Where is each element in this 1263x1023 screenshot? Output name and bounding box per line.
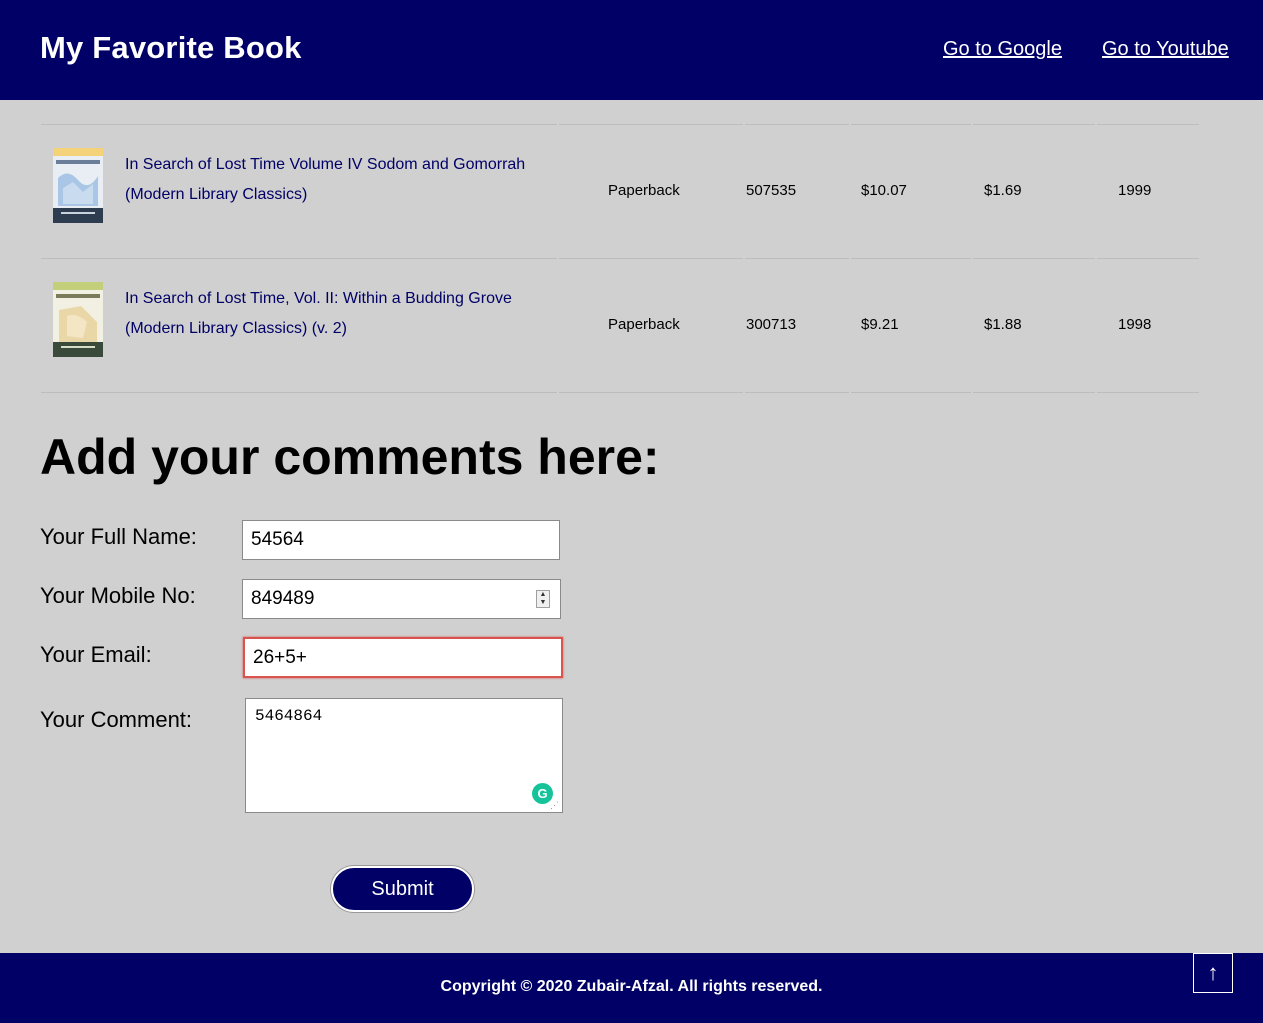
book-title-line[interactable]: (Modern Library Classics) (v. 2) [125, 314, 545, 344]
site-header: My Favorite Book Go to Google Go to Yout… [0, 0, 1263, 100]
book-title-link[interactable]: In Search of Lost Time Volume IV Sodom a… [125, 150, 545, 210]
book-cover-image[interactable] [53, 148, 103, 223]
book-title-line[interactable]: In Search of Lost Time, Vol. II: Within … [125, 284, 545, 314]
book-year: 1998 [1118, 316, 1152, 333]
mobile-input[interactable] [242, 579, 561, 619]
book-title-line[interactable]: In Search of Lost Time Volume IV Sodom a… [125, 150, 545, 180]
book-title-link[interactable]: In Search of Lost Time, Vol. II: Within … [125, 284, 545, 344]
back-to-top-icon[interactable]: ↑ [1193, 953, 1233, 993]
comments-heading: Add your comments here: [40, 429, 660, 485]
nav-link-youtube[interactable]: Go to Youtube [1102, 38, 1229, 61]
table-row: In Search of Lost Time Volume IV Sodom a… [41, 124, 1199, 258]
full-name-label: Your Full Name: [40, 524, 197, 549]
book-rank: 300713 [746, 316, 797, 333]
book-year: 1999 [1118, 182, 1152, 199]
book-shipping: $1.69 [984, 182, 1022, 199]
site-footer: Copyright © 2020 Zubair-Afzal. All right… [0, 953, 1263, 1023]
book-cover-image[interactable] [53, 282, 103, 357]
book-price: $9.21 [861, 316, 899, 333]
submit-button[interactable]: Submit [331, 866, 474, 912]
resize-grip-icon[interactable]: ⋰ [550, 800, 560, 810]
book-format: Paperback [608, 182, 680, 199]
email-label: Your Email: [40, 642, 152, 667]
book-title-line[interactable]: (Modern Library Classics) [125, 180, 545, 210]
comment-label: Your Comment: [40, 707, 193, 732]
nav-link-google[interactable]: Go to Google [943, 38, 1062, 61]
full-name-input[interactable] [242, 520, 560, 560]
mobile-label: Your Mobile No: [40, 583, 196, 608]
number-spinner[interactable]: ▲ ▼ [536, 590, 550, 608]
table-row: In Search of Lost Time, Vol. II: Within … [41, 258, 1199, 393]
book-format: Paperback [608, 316, 680, 333]
comment-textarea[interactable]: 5464864 [245, 698, 563, 813]
site-title: My Favorite Book [40, 30, 302, 65]
book-price: $10.07 [861, 182, 907, 199]
book-shipping: $1.88 [984, 316, 1022, 333]
books-table: In Search of Lost Time Volume IV Sodom a… [41, 124, 1199, 393]
book-rank: 507535 [746, 182, 797, 199]
email-input[interactable] [243, 637, 563, 678]
copyright-text: Copyright © 2020 Zubair-Afzal. All right… [440, 978, 823, 995]
